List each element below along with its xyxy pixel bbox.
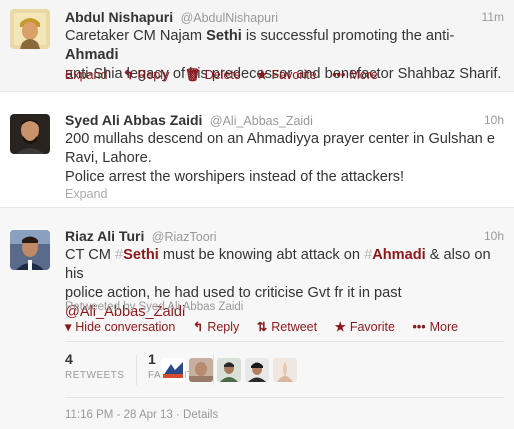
- tweet-text-part: must be knowing abt attack on: [158, 247, 365, 263]
- expand-link[interactable]: Expand: [65, 187, 107, 201]
- tweet-author-handle[interactable]: @Ali_Abbas_Zaidi: [210, 114, 313, 128]
- tweet-text-line: 200 mullahs descend on an Ahmadiyya pray…: [65, 131, 495, 147]
- star-icon: ★: [256, 68, 268, 82]
- star-icon: ★: [334, 320, 346, 334]
- tweet-author-handle[interactable]: @AbdulNishapuri: [181, 11, 278, 25]
- retweet-button[interactable]: ⇅ Retweet: [257, 319, 317, 334]
- favorite-button[interactable]: ★ Favorite: [335, 319, 395, 334]
- hash-symbol: #: [364, 247, 373, 263]
- triangle-down-icon: ▾: [65, 320, 72, 334]
- divider: [136, 355, 137, 385]
- tweet-timestamp[interactable]: 11m: [482, 10, 504, 24]
- tweet-header: Abdul Nishapuri @AbdulNishapuri 11m: [65, 9, 504, 27]
- tweet-author-name[interactable]: Syed Ali Abbas Zaidi: [65, 112, 202, 128]
- tweet-text-part: CT CM: [65, 247, 115, 263]
- hide-conversation-label: Hide conversation: [75, 320, 176, 334]
- delete-label: Delete: [204, 68, 241, 82]
- dots-icon: •••: [332, 68, 346, 82]
- tweet-text: 200 mullahs descend on an Ahmadiyya pray…: [65, 130, 502, 187]
- hide-conversation-button[interactable]: ▾ Hide conversation: [65, 319, 175, 334]
- tweet-actions: Expand ↰ Reply 🗑 Delete ★ Favorite ••• More: [65, 67, 390, 83]
- divider: [213, 355, 214, 385]
- reply-arrow-icon: ↰: [192, 320, 204, 334]
- reply-arrow-icon: ↰: [122, 68, 134, 82]
- tweet-actions: ▾ Hide conversation ↰ Reply ⇅ Retweet ★ Favo…: [65, 319, 472, 334]
- reply-button[interactable]: ↰ Reply: [123, 67, 169, 82]
- more-label: More: [349, 68, 378, 82]
- retweets-stat[interactable]: 4 RETWEETS: [65, 351, 125, 381]
- retweeted-by[interactable]: Retweeted by Syed Ali Abbas Zaidi: [65, 301, 243, 313]
- avatar[interactable]: [189, 358, 213, 382]
- tweet-text-line: police action, he had used to criticise …: [65, 285, 402, 301]
- tweet-timestamp[interactable]: 10h: [484, 229, 504, 243]
- tweet-text-part: is successful promoting the anti-: [241, 28, 455, 44]
- dots-icon: •••: [412, 320, 426, 334]
- divider: [65, 341, 504, 342]
- more-button[interactable]: ••• More: [332, 68, 378, 82]
- tweet-timestamp-details[interactable]: 11:16 PM - 28 Apr 13 · Details: [65, 409, 218, 421]
- tweet-item[interactable]: Abdul Nishapuri @AbdulNishapuri 11m Care…: [0, 0, 514, 92]
- favorite-label: Favorite: [271, 68, 317, 82]
- tweet-item[interactable]: Syed Ali Abbas Zaidi @Ali_Abbas_Zaidi 10…: [0, 92, 514, 208]
- keyword-highlight: Ahmadi: [65, 47, 119, 63]
- keyword-highlight: Sethi: [206, 28, 242, 44]
- hashtag-text: Ahmadi: [372, 247, 426, 263]
- hashtag-link[interactable]: #Sethi: [115, 247, 159, 263]
- avatar[interactable]: [10, 114, 50, 154]
- tweet-header: Riaz Ali Turi @RiazToori 10h: [65, 228, 504, 246]
- reply-button[interactable]: ↰ Reply: [193, 319, 239, 334]
- more-button[interactable]: ••• More: [412, 320, 458, 334]
- delete-button[interactable]: 🗑 Delete: [185, 68, 241, 83]
- tweet-author-name[interactable]: Riaz Ali Turi: [65, 228, 144, 244]
- tweet-header: Syed Ali Abbas Zaidi @Ali_Abbas_Zaidi 10…: [65, 112, 504, 130]
- avatar[interactable]: [217, 358, 241, 382]
- avatar[interactable]: [245, 358, 269, 382]
- tweet-actions: Expand: [65, 187, 119, 201]
- hashtag-text: Sethi: [123, 247, 159, 263]
- retweet-label: Retweet: [271, 320, 318, 334]
- tweet-text-line: Ravi, Lahore.: [65, 150, 152, 166]
- tweet-author-handle[interactable]: @RiazToori: [152, 230, 217, 244]
- avatar[interactable]: [10, 230, 50, 270]
- avatar[interactable]: [273, 358, 297, 382]
- reply-label: Reply: [137, 68, 170, 82]
- retweet-icon: ⇅: [256, 320, 268, 334]
- expand-link[interactable]: Expand: [65, 68, 107, 82]
- retweets-label: RETWEETS: [65, 370, 125, 381]
- tweet-text-part: Caretaker CM Najam: [65, 28, 207, 44]
- trash-icon: 🗑: [184, 68, 201, 82]
- tweet-timestamp[interactable]: 10h: [484, 113, 504, 127]
- hash-symbol: #: [115, 247, 124, 263]
- tweet-text-line: Police arrest the worshipers instead of …: [65, 169, 405, 185]
- reply-label: Reply: [207, 320, 240, 334]
- avatar[interactable]: [161, 358, 185, 382]
- tweet-author-name[interactable]: Abdul Nishapuri: [65, 9, 173, 25]
- tweet-item-expanded[interactable]: Riaz Ali Turi @RiazToori 10h CT CM #Seth…: [0, 208, 514, 429]
- retweets-count: 4: [65, 351, 73, 367]
- divider: [65, 397, 504, 398]
- more-label: More: [429, 320, 459, 334]
- favorite-label: Favorite: [349, 320, 395, 334]
- favorite-button[interactable]: ★ Favorite: [256, 67, 316, 82]
- avatar[interactable]: [10, 9, 50, 49]
- hashtag-link[interactable]: #Ahmadi: [364, 247, 426, 263]
